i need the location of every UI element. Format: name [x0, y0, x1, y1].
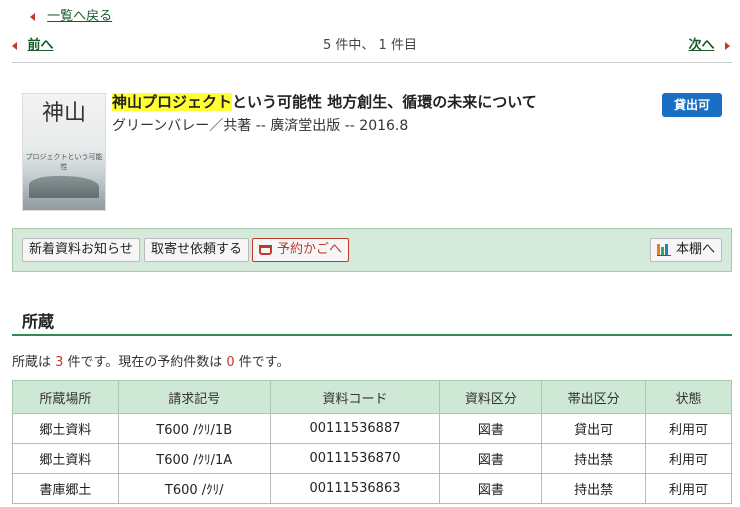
cover-forest-art	[29, 176, 99, 198]
table-cell: 00111536863	[269, 473, 441, 504]
table-cell: 利用可	[645, 443, 732, 474]
title-highlight: 神山プロジェクト	[112, 93, 233, 111]
back-to-list-link[interactable]: 一覧へ戻る	[30, 5, 112, 24]
basket-icon	[259, 244, 272, 255]
table-header-row: 所蔵場所 請求記号 資料コード 資料区分 帯出区分 状態	[12, 380, 732, 414]
table-cell: 郷土資料	[12, 413, 119, 444]
table-cell: 持出禁	[541, 443, 647, 474]
column-header: 請求記号	[117, 380, 271, 414]
table-cell: 00111536887	[269, 413, 441, 444]
summary-text: 件です。	[234, 355, 290, 370]
column-header: 所蔵場所	[12, 380, 119, 414]
new-arrival-notice-button[interactable]: 新着資料お知らせ	[22, 238, 140, 262]
table-cell: 図書	[439, 413, 543, 444]
cart-label: 予約かごへ	[277, 242, 343, 257]
table-cell: T600 /ｸﾘ/	[117, 473, 271, 504]
action-toolbar: 新着資料お知らせ 取寄せ依頼する 予約かごへ 本棚へ	[12, 228, 732, 272]
arrow-left-icon	[12, 41, 17, 50]
bookshelf-button[interactable]: 本棚へ	[649, 238, 722, 262]
summary-text: 所蔵は	[12, 355, 56, 370]
back-to-list-label[interactable]: 一覧へ戻る	[47, 9, 112, 24]
holdings-heading-text: 所蔵	[22, 312, 55, 331]
table-cell: 利用可	[645, 473, 732, 504]
column-header: 資料コード	[269, 380, 441, 414]
bookshelf-icon	[656, 243, 671, 256]
book-title: 神山プロジェクトという可能性 地方創生、循環の未来について	[112, 91, 537, 112]
table-cell: 00111536870	[269, 443, 441, 474]
holdings-summary: 所蔵は 3 件です。現在の予約件数は 0 件です。	[12, 351, 290, 370]
reserve-count: 0	[226, 355, 235, 370]
table-cell: 図書	[439, 473, 543, 504]
prev-link[interactable]: 前へ	[12, 34, 54, 53]
cover-subtitle: プロジェクトという可能性	[25, 153, 103, 171]
divider	[12, 62, 732, 63]
holdings-heading: 所蔵	[12, 306, 732, 336]
prev-label[interactable]: 前へ	[28, 38, 54, 53]
book-meta: グリーンバレー／共著 -- 廣済堂出版 -- 2016.8	[112, 118, 409, 134]
order-request-button[interactable]: 取寄せ依頼する	[144, 238, 250, 262]
bookshelf-label: 本棚へ	[675, 242, 715, 257]
title-rest: という可能性 地方創生、循環の未来について	[232, 93, 537, 111]
add-to-cart-button[interactable]: 予約かごへ	[252, 238, 350, 262]
table-cell: 利用可	[645, 413, 732, 444]
table-row: 郷土資料 T600 /ｸﾘ/1B 00111536887 図書 貸出可 利用可	[12, 413, 732, 444]
holdings-table: 所蔵場所 請求記号 資料コード 資料区分 帯出区分 状態 郷土資料 T600 /…	[12, 380, 732, 504]
table-cell: T600 /ｸﾘ/1B	[117, 413, 271, 444]
arrow-right-icon	[725, 41, 730, 50]
table-cell: 貸出可	[541, 413, 647, 444]
book-cover-image: 神山 プロジェクトという可能性	[22, 93, 106, 211]
next-link[interactable]: 次へ	[688, 34, 730, 53]
table-cell: 図書	[439, 443, 543, 474]
table-row: 書庫郷土 T600 /ｸﾘ/ 00111536863 図書 持出禁 利用可	[12, 473, 732, 504]
availability-badge: 貸出可	[662, 93, 722, 117]
column-header: 状態	[645, 380, 732, 414]
result-position: 5 件中、 1 件目	[323, 38, 417, 53]
table-cell: T600 /ｸﾘ/1A	[117, 443, 271, 474]
cover-title: 神山	[41, 101, 86, 126]
column-header: 帯出区分	[541, 380, 647, 414]
arrow-left-icon	[30, 12, 35, 21]
next-label[interactable]: 次へ	[688, 38, 714, 53]
table-cell: 郷土資料	[12, 443, 119, 474]
column-header: 資料区分	[439, 380, 543, 414]
table-cell: 書庫郷土	[12, 473, 119, 504]
summary-text: 件です。現在の予約件数は	[63, 355, 227, 370]
table-cell: 持出禁	[541, 473, 647, 504]
table-row: 郷土資料 T600 /ｸﾘ/1A 00111536870 図書 持出禁 利用可	[12, 443, 732, 474]
